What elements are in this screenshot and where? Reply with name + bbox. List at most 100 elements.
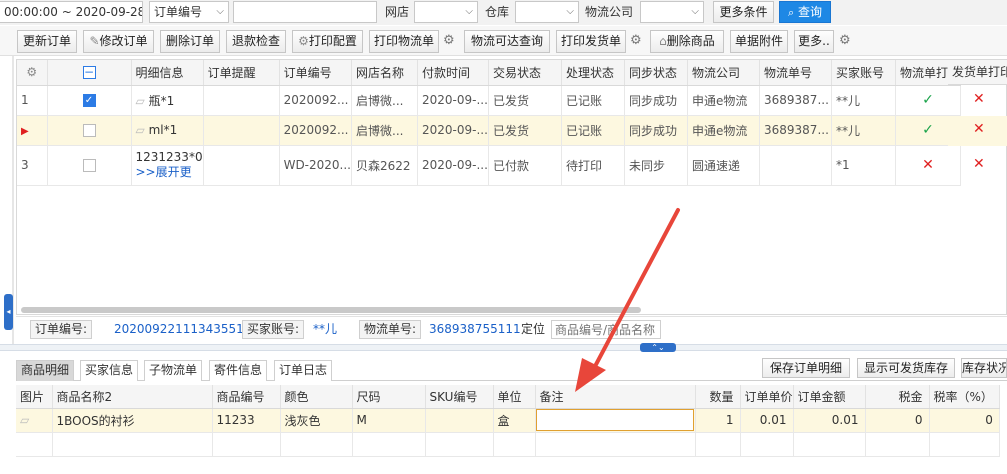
cross-icon: ✕ [922, 157, 934, 173]
column-header[interactable]: 同步状态 [624, 60, 688, 86]
unit-cell: 盒 [493, 408, 536, 433]
print-logistics-button[interactable]: 打印物流单 [369, 30, 439, 53]
column-header[interactable]: 订单编号 [279, 60, 353, 86]
detail-text: 1231233*0 [135, 150, 203, 164]
product-name-cell: 1BOOS的衬衫 [52, 408, 213, 433]
column-settings[interactable]: ⚙ [17, 60, 48, 86]
side-collapse-handle[interactable]: ◂ [4, 294, 13, 330]
filter-bar: 00:00:00 ~ 2020-09-28 2 订单编号 ⌵ 网店 ⌵ 仓库 ⌵… [0, 0, 1007, 25]
tab-buyer-info[interactable]: 买家信息 [80, 360, 139, 381]
tab-product-detail[interactable]: 商品明细 [16, 360, 75, 381]
column-header[interactable]: 物流单号 [759, 60, 832, 86]
table-row[interactable]: 3 1231233*0 >>展开更 WD-2020... 贝森2622 2020… [17, 145, 962, 186]
panel-splitter[interactable] [0, 344, 1007, 351]
column-header[interactable]: 买家账号 [831, 60, 896, 86]
row-number: 1 [17, 85, 48, 116]
column-header[interactable]: SKU编号 [425, 385, 494, 409]
trash-icon: ⌂ [659, 34, 667, 48]
sku-cell [425, 408, 494, 433]
modify-order-button[interactable]: ✎修改订单 [83, 30, 154, 53]
tracking-cell [759, 145, 832, 186]
column-header[interactable]: 网店名称 [351, 60, 418, 86]
delete-order-button[interactable]: 删除订单 [160, 30, 220, 53]
tab-sub-logistics[interactable]: 子物流单 [144, 360, 203, 381]
refund-check-button[interactable]: 退款检查 [226, 30, 286, 53]
gear-icon[interactable]: ⚙ [839, 34, 851, 48]
locate-input[interactable] [551, 320, 661, 339]
column-header[interactable]: 明细信息 [131, 60, 204, 86]
column-header[interactable]: 商品编号 [212, 385, 281, 409]
table-row[interactable]: 1 ✓ ▱ 瓶*1 2020092... 启博微... 2020-09-... … [17, 85, 962, 116]
column-header[interactable]: 订单提醒 [203, 60, 280, 86]
stock-status-button[interactable]: 库存状况 [961, 358, 1007, 378]
tab-order-log[interactable]: 订单日志 [274, 360, 333, 381]
row-checkbox[interactable] [82, 159, 96, 172]
search-button[interactable]: ⌕ 查询 [779, 1, 831, 23]
column-header[interactable]: 处理状态 [561, 60, 625, 86]
note-input[interactable] [535, 409, 694, 431]
doc-attachment-button[interactable]: 单据附件 [730, 30, 788, 53]
order-no-cell: WD-2020... [279, 145, 353, 186]
update-order-button[interactable]: 更新订单 [17, 30, 77, 53]
chevron-down-icon: ⌵ [465, 6, 473, 17]
print-config-button[interactable]: ⚙打印配置 [292, 30, 363, 53]
column-header[interactable]: 税金 [865, 385, 930, 409]
price-cell: 0.01 [740, 408, 794, 433]
gear-icon[interactable]: ⚙ [443, 34, 455, 48]
print-config-label: 打印配置 [308, 34, 357, 48]
column-header[interactable]: 税率（%） [929, 385, 1000, 409]
column-header[interactable]: 尺码 [352, 385, 426, 409]
product-thumbnail-icon: ▱ [20, 413, 30, 427]
more-conditions-button[interactable]: 更多条件 [713, 1, 774, 23]
column-header[interactable]: 颜色 [280, 385, 353, 409]
column-header[interactable]: 订单单价 [740, 385, 794, 409]
column-header[interactable]: 备注 [535, 385, 696, 409]
column-header[interactable]: 图片 [16, 385, 53, 409]
print-shipping-button[interactable]: 打印发货单 [556, 30, 626, 53]
table-row[interactable]: ▱ 1BOOS的衬衫 11233 浅灰色 M 盒 1 0.01 0.01 0 0 [16, 408, 1000, 433]
order-field-select[interactable]: 订单编号 ⌵ [149, 1, 229, 23]
column-header[interactable]: 订单金额 [793, 385, 866, 409]
pay-time-cell: 2020-09-... [417, 145, 489, 186]
logistics-printed-cell: ✓ [895, 85, 962, 116]
tax-rate-cell: 0 [929, 408, 1000, 433]
order-value-input[interactable] [233, 1, 377, 23]
horizontal-scrollbar[interactable] [21, 307, 641, 313]
order-no-value: 20200922111343551 4 [114, 322, 256, 336]
check-icon: ✓ [922, 92, 934, 108]
warehouse-select[interactable]: ⌵ [515, 1, 579, 23]
logistics-query-button[interactable]: 物流可达查询 [464, 30, 550, 53]
column-header[interactable]: 物流公司 [687, 60, 760, 86]
pay-time-cell: 2020-09-... [417, 85, 489, 116]
save-detail-button[interactable]: 保存订单明细 [762, 358, 850, 378]
column-header[interactable]: 交易状态 [488, 60, 562, 86]
tracking-label: 物流单号: [359, 320, 422, 339]
column-header[interactable]: 发货单打印 [948, 60, 1007, 85]
collapse-handle[interactable]: ⌃⌄ [640, 343, 676, 352]
row-checkbox-cell [47, 145, 132, 186]
more-button[interactable]: 更多.. [794, 30, 834, 53]
row-checkbox[interactable] [82, 124, 96, 137]
gear-icon[interactable]: ⚙ [630, 34, 642, 48]
shop-select[interactable]: ⌵ [414, 1, 478, 23]
column-header[interactable]: 单位 [493, 385, 536, 409]
date-range-input[interactable]: 00:00:00 ~ 2020-09-28 2 [0, 1, 143, 23]
select-all-checkbox[interactable]: − [82, 66, 96, 80]
column-header[interactable]: 数量 [695, 385, 741, 409]
delete-product-button[interactable]: ⌂删除商品 [650, 30, 724, 53]
modify-order-label: 修改订单 [99, 34, 148, 48]
size-cell: M [352, 408, 426, 433]
order-no-cell: 2020092... [279, 85, 353, 116]
column-header[interactable]: 商品名称2 [52, 385, 213, 409]
expand-more-link[interactable]: >>展开更 [136, 165, 203, 180]
logistics-select[interactable]: ⌵ [640, 1, 704, 23]
column-header[interactable]: 付款时间 [417, 60, 489, 86]
tab-shipping-info[interactable]: 寄件信息 [209, 360, 268, 381]
sync-status-cell: 同步成功 [624, 115, 688, 146]
gear-icon: ⚙ [26, 65, 38, 80]
table-row[interactable]: ▶ ▱ ml*1 2020092... 启博微... 2020-09-... 已… [17, 115, 962, 146]
show-stock-button[interactable]: 显示可发货库存 [857, 358, 955, 378]
row-checkbox[interactable]: ✓ [82, 94, 96, 107]
product-thumbnail-icon: ▱ [135, 123, 145, 137]
qty-cell: 1 [695, 408, 741, 433]
